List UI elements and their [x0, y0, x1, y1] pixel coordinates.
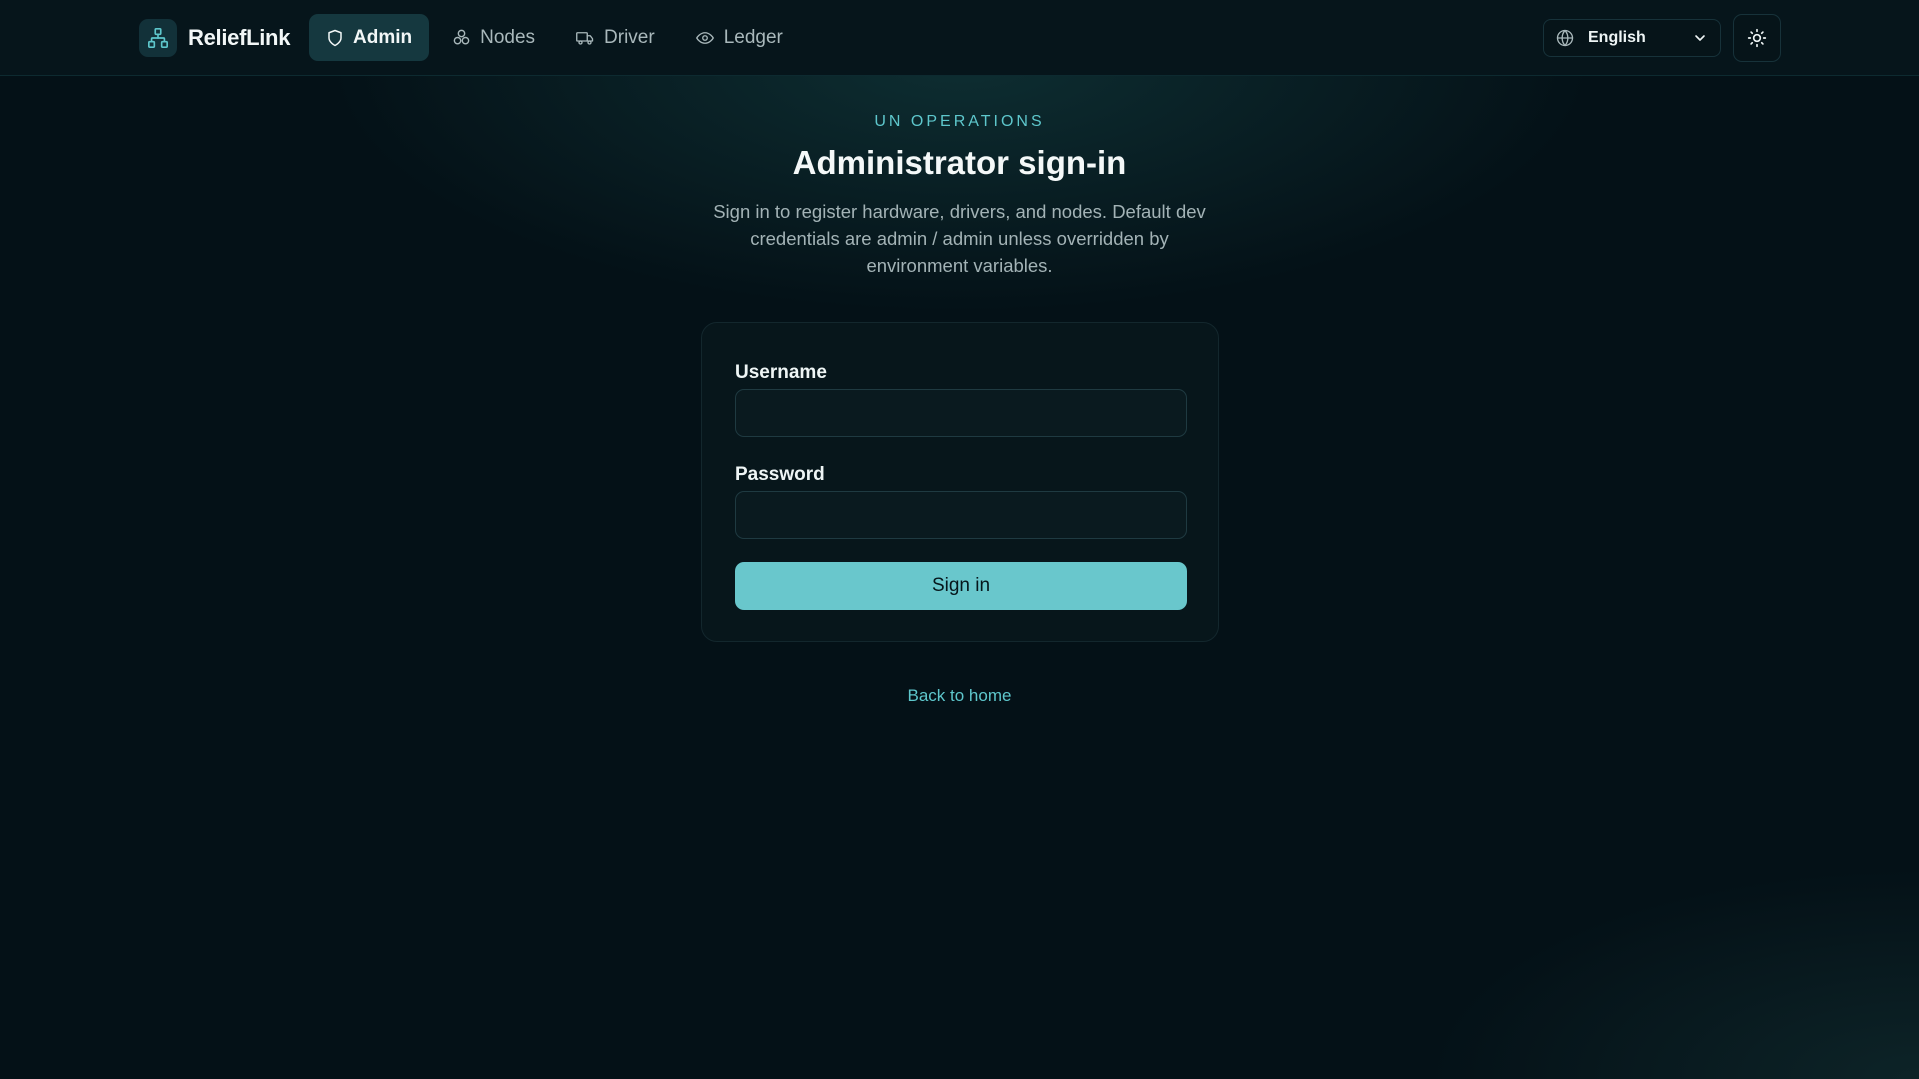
brand[interactable]: ReliefLink: [139, 19, 290, 57]
nav-item-ledger[interactable]: Ledger: [678, 14, 800, 61]
page-description: Sign in to register hardware, drivers, a…: [713, 201, 1206, 276]
sign-in-button[interactable]: Sign in: [735, 562, 1187, 610]
language-select[interactable]: English: [1543, 19, 1721, 57]
nav-item-nodes[interactable]: Nodes: [435, 14, 552, 61]
globe-icon: [1556, 29, 1574, 47]
top-nav-bar: ReliefLink Admin Nodes Driver Ledger Eng…: [0, 0, 1919, 76]
nodes-icon: [453, 29, 470, 45]
nav-item-driver[interactable]: Driver: [558, 14, 672, 61]
truck-icon: [576, 31, 594, 45]
back-to-home-link[interactable]: Back to home: [0, 686, 1919, 706]
language-select-value: English: [1588, 29, 1646, 46]
eye-icon: [695, 31, 714, 44]
nav-item-label: Nodes: [480, 26, 536, 48]
brand-name: ReliefLink: [188, 25, 291, 50]
shield-icon: [328, 29, 342, 46]
main-nav: Admin Nodes Driver Ledger: [309, 14, 800, 61]
nav-item-label: Ledger: [723, 26, 783, 48]
page-title: Administrator sign-in: [792, 144, 1127, 181]
network-icon: [139, 19, 177, 57]
sign-in-card: Username Password Sign in: [701, 322, 1219, 642]
eyebrow-label: UN OPERATIONS: [874, 113, 1045, 130]
sun-icon: [1747, 28, 1767, 48]
nav-item-admin[interactable]: Admin: [309, 14, 430, 61]
nav-item-label: Admin: [353, 26, 413, 48]
chevron-down-icon: [1695, 35, 1705, 41]
username-input[interactable]: [735, 389, 1187, 437]
password-input[interactable]: [735, 491, 1187, 539]
password-label: Password: [735, 464, 825, 485]
nav-item-label: Driver: [604, 26, 655, 48]
page: ReliefLink Admin Nodes Driver Ledger Eng…: [0, 0, 1919, 1079]
theme-toggle-button[interactable]: [1733, 14, 1781, 62]
username-label: Username: [735, 362, 827, 383]
